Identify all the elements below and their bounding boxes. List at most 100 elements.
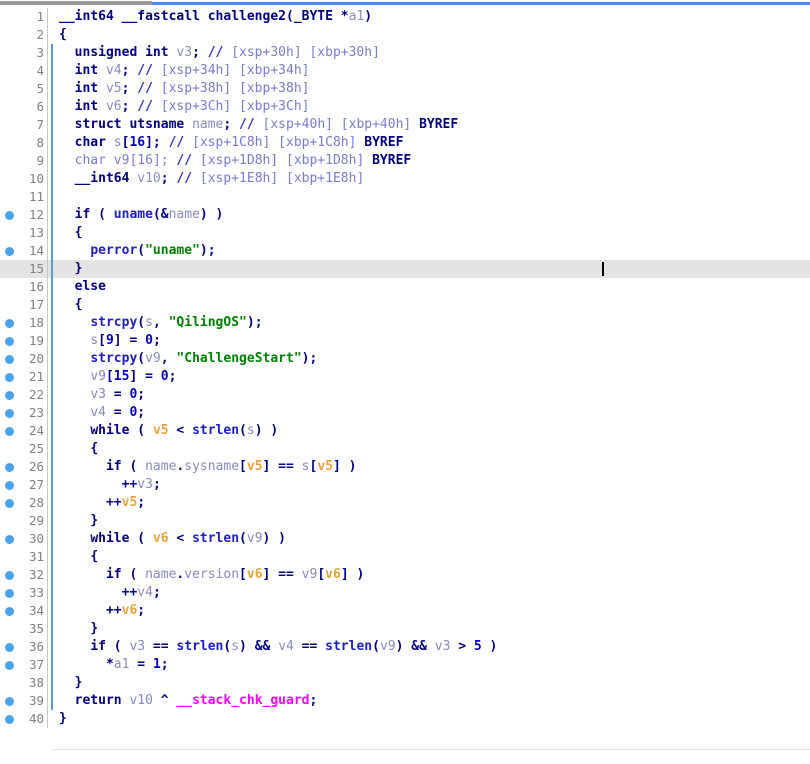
code-token[interactable]: (	[153, 207, 161, 222]
code-token[interactable]: );	[302, 351, 318, 366]
code-token[interactable]	[59, 657, 106, 672]
code-token[interactable]: ;	[122, 81, 138, 96]
code-token[interactable]: unsigned int	[75, 45, 177, 60]
code-token[interactable]: perror	[90, 243, 137, 258]
code-token[interactable]: (	[372, 639, 380, 654]
code-token[interactable]	[59, 45, 75, 60]
code-line[interactable]: 28 ++v5;	[0, 494, 810, 512]
code-token[interactable]: if	[106, 459, 122, 474]
code-line[interactable]: 17 {	[0, 296, 810, 314]
code-token[interactable]: int	[75, 81, 106, 96]
code-token[interactable]: (	[137, 351, 145, 366]
code-line[interactable]: 3 unsigned int v3; // [xsp+30h] [xbp+30h…	[0, 44, 810, 62]
code-token[interactable]	[59, 207, 75, 222]
code-token[interactable]: ;	[137, 387, 145, 402]
code-token[interactable]: //	[176, 153, 199, 168]
code-token[interactable]: "ChallengeStart"	[176, 351, 301, 366]
code-text[interactable]: char s[16]; // [xsp+1C8h] [xbp+1C8h] BYR…	[55, 134, 810, 152]
code-line[interactable]: 30 while ( v6 < strlen(v9) )	[0, 530, 810, 548]
code-text[interactable]: {	[55, 26, 810, 44]
code-token[interactable]: v3	[90, 387, 106, 402]
code-token[interactable]: ] )	[333, 459, 356, 474]
code-token[interactable]: }	[75, 261, 83, 276]
code-token[interactable]: ) &&	[396, 639, 435, 654]
code-token[interactable]: ;	[153, 477, 161, 492]
code-text[interactable]: {	[55, 224, 810, 242]
code-token[interactable]: (	[106, 639, 129, 654]
code-token[interactable]: v6	[122, 603, 138, 618]
code-token[interactable]: ;	[223, 117, 239, 132]
code-text[interactable]: v9[15] = 0;	[55, 368, 810, 386]
code-line[interactable]: 31 {	[0, 548, 810, 566]
code-token[interactable]: s	[90, 333, 98, 348]
code-text[interactable]: }	[55, 512, 810, 530]
code-text[interactable]: ++v6;	[55, 602, 810, 620]
code-token[interactable]: struct	[75, 117, 130, 132]
code-token[interactable]: if	[75, 207, 91, 222]
code-token[interactable]: ++	[106, 603, 122, 618]
code-token[interactable]: v5	[106, 81, 122, 96]
active-tab-indicator[interactable]	[0, 1, 152, 5]
code-token[interactable]	[59, 333, 90, 348]
code-token[interactable]: [xsp+38h] [xbp+38h]	[161, 81, 310, 96]
breakpoint-dot-icon[interactable]	[0, 332, 18, 350]
code-text[interactable]: int v5; // [xsp+38h] [xbp+38h]	[55, 80, 810, 98]
code-line[interactable]: 21 v9[15] = 0;	[0, 368, 810, 386]
code-text[interactable]: perror("uname");	[55, 242, 810, 260]
code-token[interactable]: ;	[122, 99, 138, 114]
breakpoint-dot-icon[interactable]	[0, 638, 18, 656]
code-token[interactable]: ];	[153, 153, 176, 168]
code-token[interactable]	[59, 693, 75, 708]
code-token[interactable]	[59, 279, 75, 294]
code-token[interactable]: if	[90, 639, 106, 654]
code-text[interactable]: if ( uname(&name) )	[55, 206, 810, 224]
code-text[interactable]: __int64 __fastcall challenge2(_BYTE *a1)	[55, 8, 810, 26]
code-line[interactable]: 20 strcpy(v9, "ChallengeStart");	[0, 350, 810, 368]
code-token[interactable]	[59, 405, 90, 420]
code-token[interactable]	[59, 585, 122, 600]
code-line[interactable]: 37 *a1 = 1;	[0, 656, 810, 674]
code-token[interactable]: ] ==	[263, 459, 302, 474]
code-token[interactable]: (	[129, 531, 152, 546]
code-token[interactable]: 16	[137, 153, 153, 168]
code-text[interactable]: v4 = 0;	[55, 404, 810, 422]
code-token[interactable]: )	[364, 9, 372, 24]
code-token[interactable]: *	[106, 657, 114, 672]
code-token[interactable]: ;	[122, 63, 138, 78]
code-token[interactable]: BYREF	[372, 153, 411, 168]
code-text[interactable]: {	[55, 440, 810, 458]
code-token[interactable]: v5	[247, 459, 263, 474]
code-token[interactable]	[59, 495, 106, 510]
code-line[interactable]: 16 else	[0, 278, 810, 296]
code-token[interactable]: 9	[106, 333, 114, 348]
breakpoint-dot-icon[interactable]	[0, 206, 18, 224]
code-token[interactable]	[59, 351, 90, 366]
code-token[interactable]	[59, 477, 122, 492]
code-token[interactable]: [	[239, 567, 247, 582]
code-token[interactable]: v9	[145, 351, 161, 366]
code-token[interactable]: v3	[137, 477, 153, 492]
code-token[interactable]: v6	[247, 567, 263, 582]
code-token[interactable]: {	[90, 441, 98, 456]
code-line[interactable]: 39 return v10 ^ __stack_chk_guard;	[0, 692, 810, 710]
code-line[interactable]: 5 int v5; // [xsp+38h] [xbp+38h]	[0, 80, 810, 98]
code-token[interactable]	[59, 117, 75, 132]
code-token[interactable]: v4	[90, 405, 106, 420]
code-token[interactable]: char	[75, 135, 114, 150]
code-token[interactable]: ==	[145, 639, 176, 654]
code-token[interactable]: v5	[317, 459, 333, 474]
code-token[interactable]: a1	[114, 657, 130, 672]
code-token[interactable]: ;	[137, 603, 145, 618]
code-token[interactable]: v6	[106, 99, 122, 114]
code-token[interactable]	[59, 81, 75, 96]
code-token[interactable]: ;	[309, 693, 317, 708]
code-token[interactable]: ;	[137, 495, 145, 510]
code-token[interactable]: v6	[153, 531, 169, 546]
code-token[interactable]	[59, 135, 75, 150]
code-line[interactable]: 25 {	[0, 440, 810, 458]
code-line[interactable]: 12 if ( uname(&name) )	[0, 206, 810, 224]
code-line[interactable]: 38 }	[0, 674, 810, 692]
code-token[interactable]: uname	[114, 207, 153, 222]
code-text[interactable]: if ( v3 == strlen(s) && v4 == strlen(v9)…	[55, 638, 810, 656]
breakpoint-dot-icon[interactable]	[0, 692, 18, 710]
